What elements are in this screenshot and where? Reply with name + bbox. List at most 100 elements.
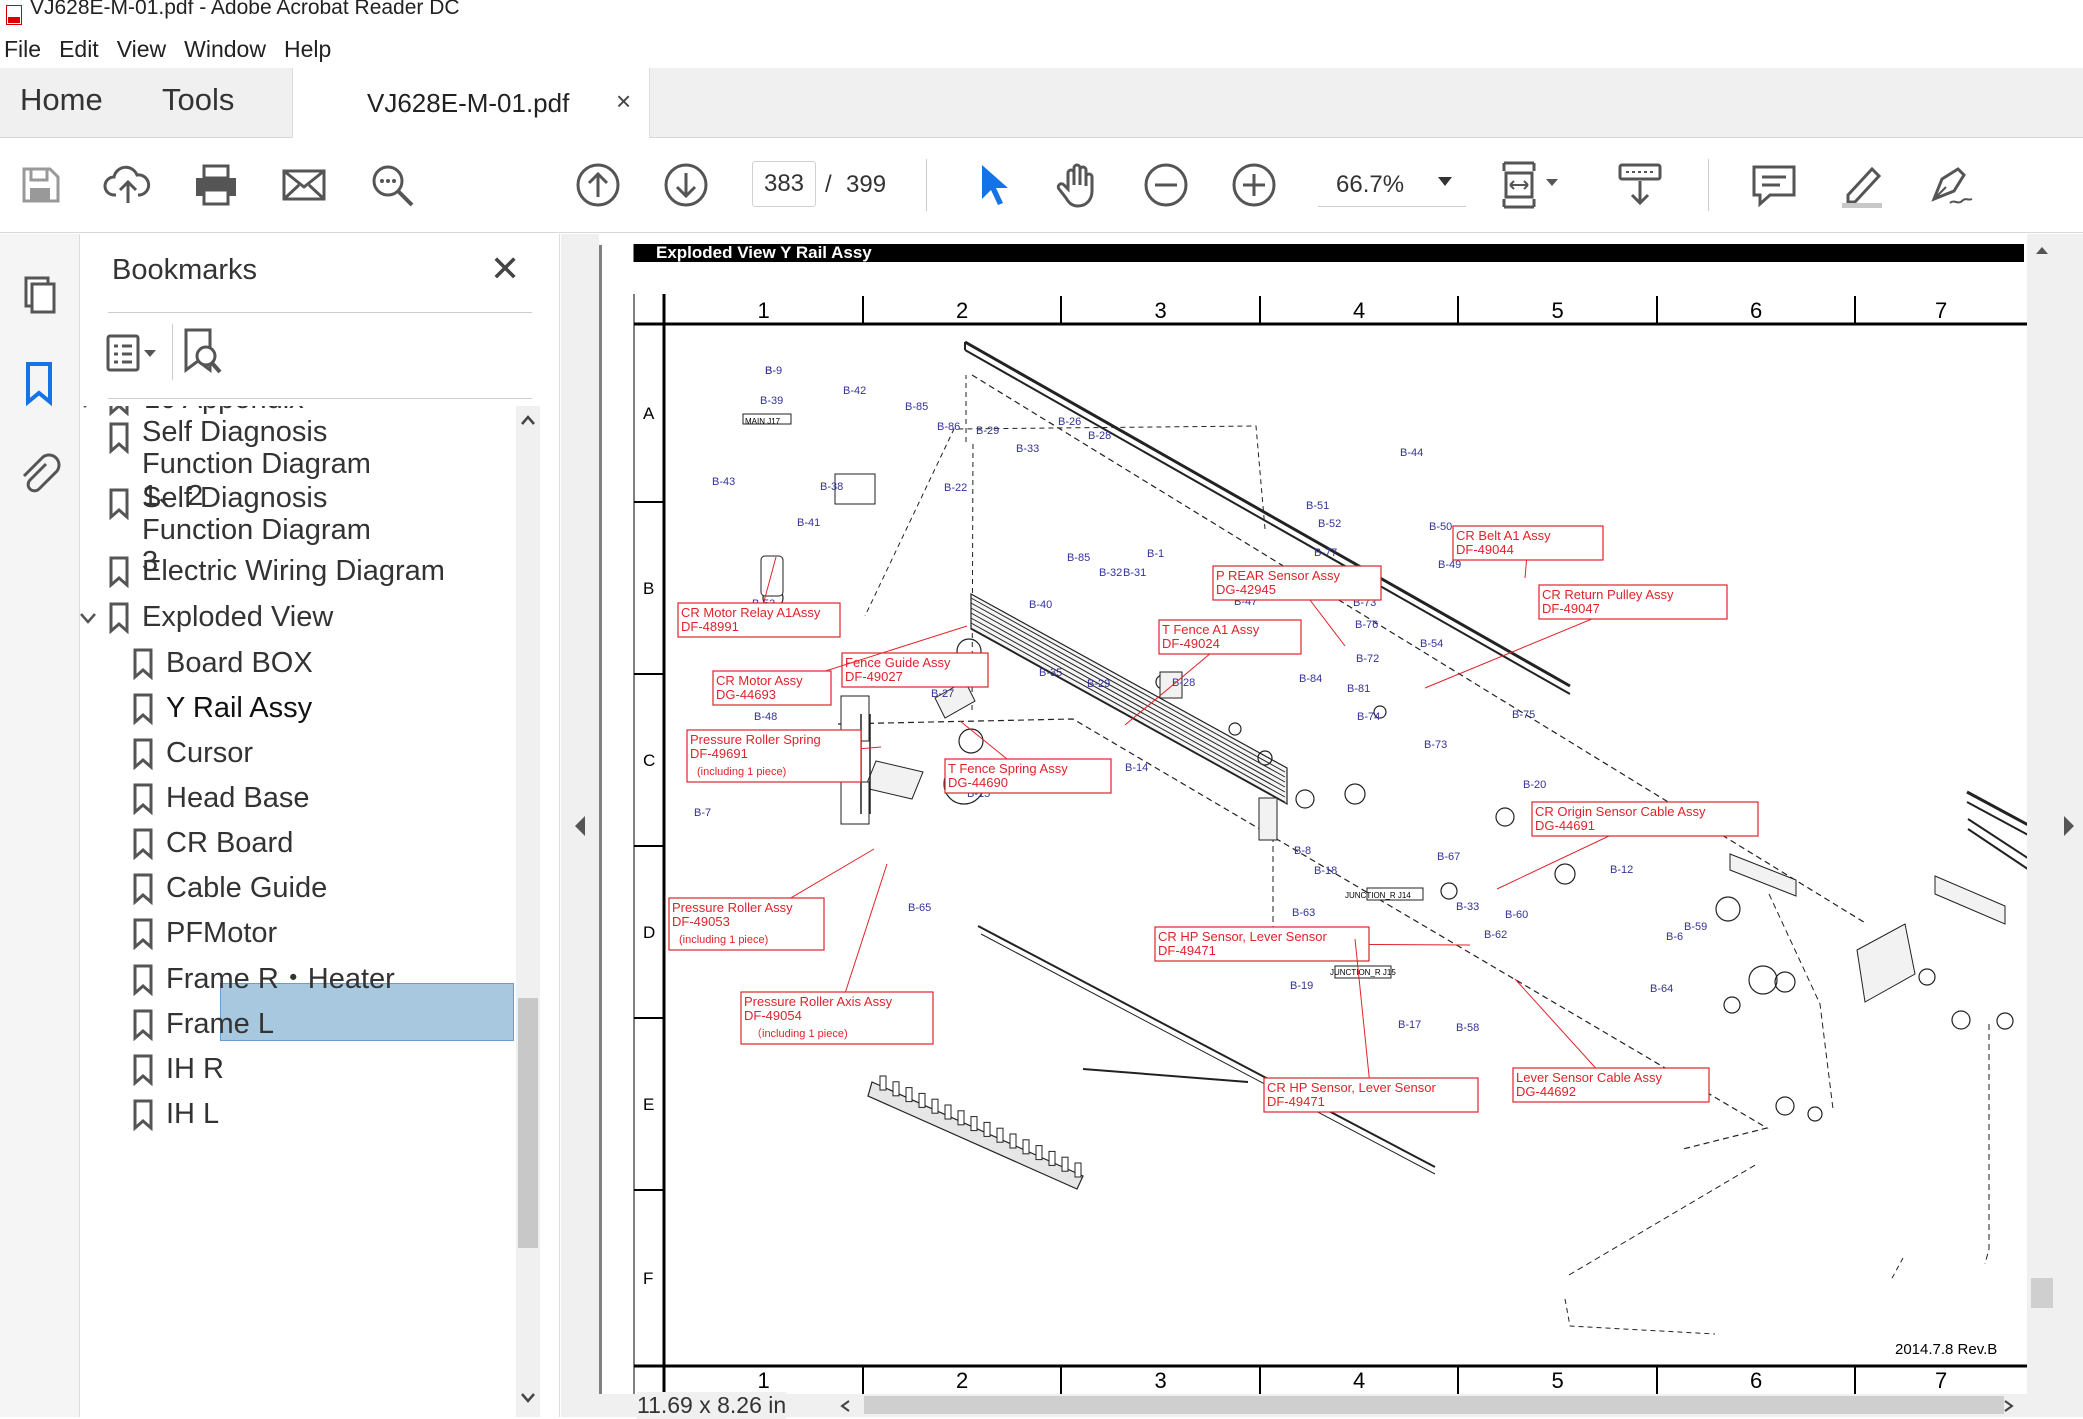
zoom-dropdown[interactable]: 66.7%	[1318, 161, 1466, 207]
comment-icon[interactable]	[1748, 159, 1800, 211]
parts-geometry	[742, 340, 2027, 1335]
zoom-in-icon[interactable]	[1228, 159, 1280, 211]
page-number-input[interactable]: 383	[752, 161, 816, 207]
drawing-line	[1564, 1298, 1716, 1335]
total-pages: 399	[846, 171, 887, 198]
page-thumbnails-icon[interactable]	[14, 268, 64, 318]
zoom-out-icon[interactable]	[1140, 159, 1192, 211]
collapse-left-icon[interactable]	[571, 814, 589, 838]
tab-bar: Home Tools VJ628E-M-01.pdf ×	[0, 68, 2083, 138]
menu-window[interactable]: Window	[184, 36, 280, 63]
tab-document[interactable]: VJ628E-M-01.pdf ×	[292, 68, 650, 138]
part-shape	[1807, 1106, 1823, 1122]
chevron-right-icon[interactable]	[80, 406, 98, 410]
bookmark-item[interactable]: Y Rail Assy	[80, 687, 516, 729]
close-tab-icon[interactable]: ×	[616, 86, 631, 117]
fit-page-icon[interactable]	[1498, 159, 1568, 211]
scrollbar-thumb[interactable]	[518, 998, 538, 1248]
bookmark-item[interactable]: Frame R・Heater	[80, 958, 516, 1000]
bookmarks-panel-icon[interactable]	[14, 358, 64, 408]
bookmark-label: CR Board	[166, 827, 294, 859]
scrollbar-thumb[interactable]	[2031, 1278, 2053, 1308]
bookmark-item[interactable]: CR Board	[80, 822, 516, 864]
bookmark-item[interactable]: Exploded View	[80, 596, 516, 638]
callout-code: DF-49471	[1267, 1094, 1325, 1109]
bookmark-item[interactable]: Board BOX	[80, 642, 516, 684]
part-label: B-63	[1292, 907, 1315, 919]
scrollbar-thumb[interactable]	[864, 1396, 2004, 1414]
roller-mark	[918, 1092, 926, 1108]
callout-note: (including 1 piece)	[697, 766, 786, 778]
part-shape	[1295, 789, 1315, 809]
chevron-down-icon[interactable]	[80, 608, 98, 628]
document-tab-label: VJ628E-M-01.pdf	[367, 88, 570, 118]
email-icon[interactable]	[278, 159, 330, 211]
bookmark-item[interactable]: Electric Wiring Diagram	[80, 550, 516, 592]
bookmark-item[interactable]: Cable Guide	[80, 867, 516, 909]
vertical-scrollbar[interactable]	[2027, 234, 2056, 1394]
bookmark-label: Head Base	[166, 782, 310, 814]
part-shape	[1774, 971, 1796, 993]
chevron-down-icon[interactable]	[520, 1392, 536, 1404]
cloud-upload-icon[interactable]	[102, 159, 154, 211]
print-icon[interactable]	[190, 159, 242, 211]
menu-file[interactable]: File	[4, 36, 55, 63]
part-label: B-77	[1314, 547, 1337, 559]
bookmark-item[interactable]: PFMotor	[80, 912, 516, 954]
add-bookmark-icon[interactable]	[180, 326, 228, 378]
bookmark-icon	[133, 693, 153, 725]
roller-mark	[1061, 1156, 1069, 1172]
tab-home[interactable]: Home	[20, 82, 103, 118]
bookmarks-scrollbar[interactable]	[516, 406, 540, 1417]
chevron-right-icon[interactable]	[2003, 1399, 2015, 1413]
bookmark-icon	[133, 828, 153, 860]
attachments-icon[interactable]	[14, 448, 64, 498]
bookmark-item[interactable]: Head Base	[80, 777, 516, 819]
search-icon[interactable]	[366, 159, 418, 211]
tab-tools[interactable]: Tools	[162, 82, 234, 118]
callout-code: DF-49053	[672, 914, 730, 929]
roller-mark	[970, 1116, 978, 1132]
horizontal-scrollbar[interactable]: 11.69 x 8.26 in	[599, 1392, 2056, 1419]
select-cursor-icon[interactable]	[966, 159, 1018, 211]
chevron-up-icon[interactable]	[2034, 244, 2050, 256]
chevron-up-icon[interactable]	[520, 414, 536, 426]
menu-view[interactable]: View	[117, 36, 180, 63]
spring-shape	[840, 781, 870, 825]
bookmark-item[interactable]: Frame L	[80, 1003, 516, 1045]
save-icon[interactable]	[14, 159, 66, 211]
part-label: B-17	[1398, 1019, 1421, 1031]
expand-right-icon[interactable]	[2060, 814, 2078, 838]
document-viewer[interactable]: Exploded View Y Rail Assy 1 1 2 2 3 3 4 4 5 5 6 6 7 7…	[599, 234, 2027, 1394]
menu-edit[interactable]: Edit	[59, 36, 113, 63]
scroll-mode-icon[interactable]	[1614, 159, 1666, 211]
previous-page-icon[interactable]	[572, 159, 624, 211]
chevron-down-icon	[1438, 177, 1452, 186]
bookmark-item[interactable]: IH L	[80, 1093, 516, 1135]
part-label: B-60	[1505, 909, 1528, 921]
highlight-pen-icon[interactable]	[1836, 159, 1888, 211]
next-page-icon[interactable]	[660, 159, 712, 211]
menu-help[interactable]: Help	[284, 36, 345, 63]
chevron-left-icon[interactable]	[839, 1399, 851, 1413]
bookmark-icon	[133, 648, 153, 680]
bookmark-item[interactable]: Self Diagnosis Function Diagram 1、2	[80, 416, 516, 512]
roller-mark	[944, 1104, 952, 1120]
bookmark-icon	[133, 783, 153, 815]
part-label: B-8	[1294, 845, 1311, 857]
bookmark-options-icon[interactable]	[106, 332, 162, 374]
callout-title: P REAR Sensor Assy	[1216, 568, 1341, 583]
callout-title: Lever Sensor Cable Assy	[1516, 1070, 1662, 1085]
callout-title: Fence Guide Assy	[845, 655, 951, 670]
bookmark-item[interactable]: Self Diagnosis Function Diagram 3	[80, 482, 516, 578]
part-shape	[1951, 1010, 1971, 1030]
bookmark-item[interactable]: Cursor	[80, 732, 516, 774]
column-label: 2	[956, 298, 968, 323]
close-panel-icon[interactable]: ✕	[490, 248, 520, 290]
bookmark-icon	[109, 488, 129, 520]
bookmark-icon	[133, 918, 153, 950]
revision-label: 2014.7.8 Rev.B	[1895, 1341, 1997, 1358]
hand-tool-icon[interactable]	[1052, 159, 1104, 211]
bookmark-item[interactable]: IH R	[80, 1048, 516, 1090]
sign-icon[interactable]	[1924, 159, 1976, 211]
